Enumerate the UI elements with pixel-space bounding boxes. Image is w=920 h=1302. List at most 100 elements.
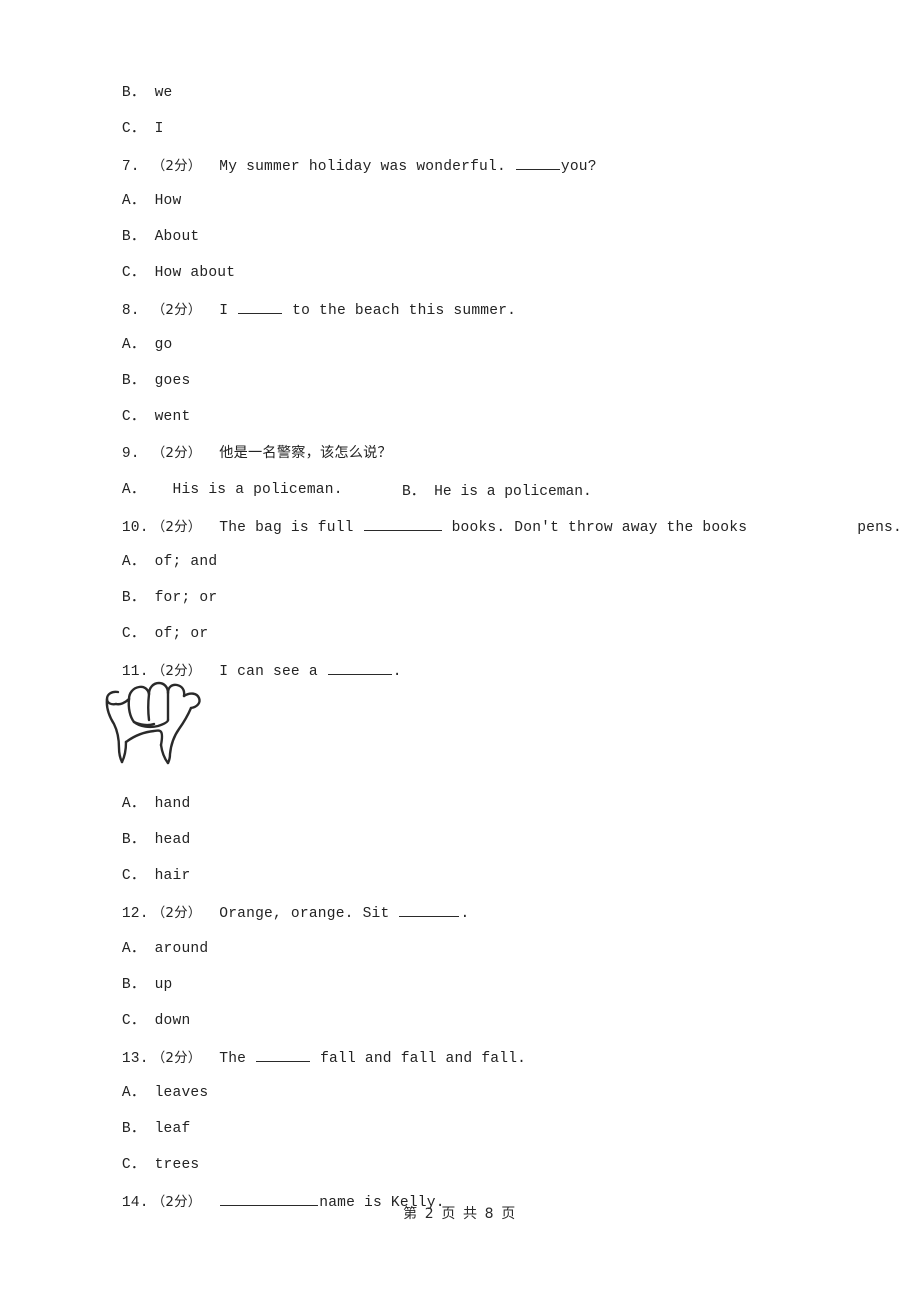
page-footer: 第 2 页 共 8 页 (403, 1206, 517, 1222)
question-text-after: fall and fall and fall. (320, 1051, 527, 1067)
question-text: I (219, 303, 229, 319)
question-score: （2分） (151, 159, 202, 174)
hand-line-drawing-image (92, 672, 204, 766)
option-text: I (154, 121, 164, 137)
question-score: （2分） (151, 303, 202, 318)
option-spacer (146, 121, 155, 137)
option-separator: ． (130, 941, 146, 957)
option-letter: C (121, 868, 131, 884)
option-separator: ． (130, 85, 146, 101)
option-text: How (154, 193, 182, 209)
option-text: went (154, 409, 191, 425)
option-separator: ． (130, 626, 146, 642)
option-text: hand (154, 796, 191, 812)
option-separator: ． (130, 868, 146, 884)
option-letter: B (121, 1121, 131, 1137)
option-text: He is a policeman. (434, 484, 592, 500)
question-number: 12. (121, 906, 149, 922)
option-letter: A (121, 337, 131, 353)
option-letter: A (121, 941, 131, 957)
option-text: we (154, 85, 173, 101)
question-text: Orange, orange. Sit (219, 906, 390, 922)
option-letter: C (121, 1157, 131, 1173)
question-text-after: to the beach this summer. (292, 303, 517, 319)
option-text: of; and (154, 554, 218, 570)
option-letter: B (402, 484, 411, 500)
option-separator: ． (130, 796, 146, 812)
option-separator: ． (130, 229, 146, 245)
question-text-after: . (460, 906, 470, 922)
option-separator: ． (130, 1085, 146, 1101)
option-letter: A (121, 193, 131, 209)
question-text: The bag is full (219, 520, 354, 536)
option-separator: ． (130, 1121, 146, 1137)
question-score: （2分） (151, 906, 202, 921)
option-letter: B (121, 832, 131, 848)
answer-blank (256, 1048, 311, 1062)
hand-icon (105, 681, 201, 765)
option-text: goes (154, 373, 191, 389)
option-letter: C (121, 626, 131, 642)
option-spacer (146, 85, 155, 101)
option-separator: ． (130, 482, 146, 498)
option-text: leaves (154, 1085, 209, 1101)
option-separator: ． (130, 409, 146, 425)
option-text: About (154, 229, 200, 245)
answer-blank-gap (747, 518, 857, 531)
option-letter: C (121, 121, 131, 137)
question-text-after: pens. (857, 520, 902, 536)
option-text: leaf (154, 1121, 191, 1137)
question-score: （2分） (151, 446, 202, 461)
option-letter: A (121, 554, 131, 570)
question-score: （2分） (151, 520, 202, 535)
answer-blank (399, 903, 460, 917)
option-text: around (154, 941, 209, 957)
option-text: of; or (154, 626, 209, 642)
option-letter: A (121, 1085, 131, 1101)
option-separator: ． (130, 977, 146, 993)
option-separator: ． (130, 590, 146, 606)
answer-blank (515, 156, 560, 170)
exam-page: B． we C． I 7. （2分） My summer holiday was … (0, 0, 920, 1302)
question-text: The (219, 1051, 247, 1067)
option-text: head (154, 832, 191, 848)
option-separator: ． (130, 265, 146, 281)
question-text-chinese: 他是一名警察，该怎么说？ (219, 445, 392, 461)
option-letter: B (121, 229, 131, 245)
option-separator: ． (130, 1013, 146, 1029)
option-text: trees (154, 1157, 200, 1173)
question-number: 9. (121, 446, 140, 462)
option-text: for; or (154, 590, 218, 606)
option-letter: C (121, 1013, 131, 1029)
option-letter: A (121, 482, 131, 498)
question-text-mid: books. Don't throw away the books (451, 520, 748, 536)
option-separator: ． (410, 484, 426, 500)
option-separator: ． (130, 337, 146, 353)
question-score: （2分） (151, 1051, 202, 1066)
question-text: My summer holiday was wonderful. (219, 159, 506, 175)
option-separator: ． (130, 554, 146, 570)
option-separator: ． (130, 373, 146, 389)
option-letter: A (121, 796, 131, 812)
option-letter: B (121, 977, 131, 993)
option-separator: ． (130, 832, 146, 848)
option-letter: C (121, 409, 131, 425)
option-text: go (154, 337, 173, 353)
option-letter: C (121, 265, 131, 281)
question-text-after: . (392, 664, 402, 680)
option-text: How about (154, 265, 236, 281)
answer-blank (327, 661, 392, 675)
option-text: hair (154, 868, 191, 884)
option-letter: B (121, 373, 131, 389)
option-separator: ． (130, 121, 146, 137)
question-text-after: you? (560, 159, 597, 175)
option-separator: ． (130, 1157, 146, 1173)
answer-blank (238, 300, 283, 314)
option-text: down (154, 1013, 191, 1029)
option-text: up (154, 977, 173, 993)
answer-blank (363, 517, 442, 531)
option-text: His is a policeman. (172, 482, 343, 498)
option-letter: B (121, 85, 131, 101)
option-separator: ． (130, 193, 146, 209)
option-letter: B (121, 590, 131, 606)
